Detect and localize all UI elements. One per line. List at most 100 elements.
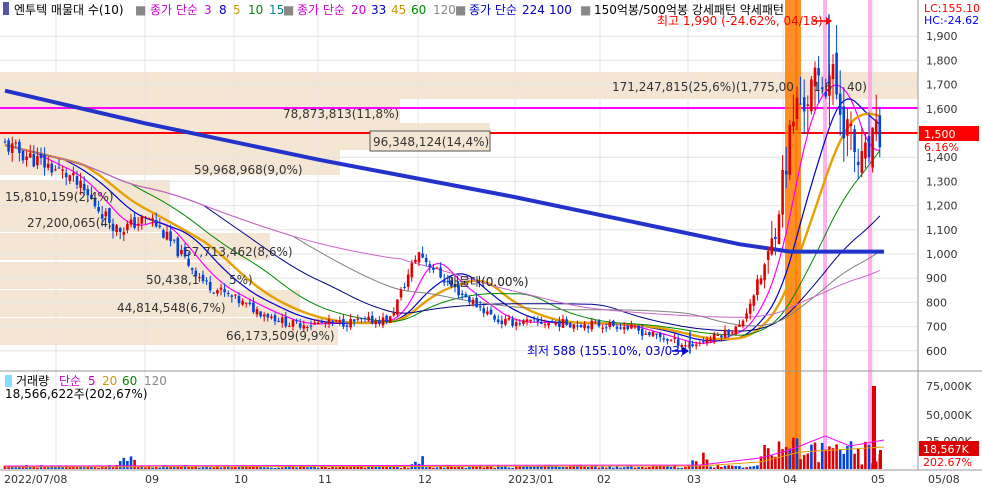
candle-body (381, 317, 385, 326)
candle-body (28, 153, 32, 158)
candle-body (691, 344, 694, 347)
volume-bar (734, 465, 738, 469)
candle-body (849, 123, 853, 127)
candle-body (385, 315, 388, 323)
candle-body (514, 322, 518, 326)
volume-bar (514, 466, 518, 469)
volume-bar (295, 467, 298, 469)
volume-bar (626, 466, 630, 469)
candle-body (640, 328, 644, 336)
candle-body (486, 311, 489, 315)
volume-bar (111, 467, 115, 469)
volume-badge-pct: 202.67% (923, 456, 972, 469)
candle-body (644, 333, 648, 335)
date-tick: 2023/01 (508, 473, 554, 486)
candle-body (36, 156, 39, 166)
candle-body (331, 321, 334, 323)
svg-text:단순: 단순 (59, 374, 81, 388)
candle-body (396, 299, 399, 315)
svg-text:3: 3 (204, 3, 212, 17)
volume-bar (619, 467, 622, 469)
candle-body (75, 176, 79, 185)
candle-body (367, 316, 370, 321)
volume-bar (482, 467, 486, 469)
volume-bar (640, 466, 644, 469)
candle-body (46, 163, 50, 168)
candle-body (550, 321, 554, 323)
candle-body (842, 106, 846, 139)
candle-body (208, 281, 212, 291)
volume-bar (262, 467, 266, 469)
candle-body (435, 267, 439, 269)
candle-body (345, 325, 349, 327)
candle-body (547, 323, 550, 326)
candle-body (752, 295, 756, 306)
candle-body (349, 319, 352, 328)
hc-value: HC:-24.62 (924, 14, 979, 27)
candle-body (133, 217, 136, 228)
candle-body (666, 339, 669, 341)
candle-body (165, 231, 169, 240)
volume-bar (853, 453, 856, 469)
candle-body (460, 293, 464, 296)
volume-bar (723, 465, 727, 469)
legend-swatch (5, 375, 12, 387)
candle-body (126, 223, 129, 231)
candle-body (720, 335, 723, 338)
candle-body (3, 141, 7, 143)
candle-body (122, 232, 126, 235)
candle-body (79, 180, 82, 188)
volume-bar (838, 449, 842, 469)
candle-body (266, 313, 270, 318)
candle-body (388, 316, 392, 323)
profile-label: 15,810,159(2,4%) (5, 190, 114, 204)
candle-body (597, 320, 601, 327)
price-tick: 600 (926, 345, 947, 358)
price-tick: 800 (926, 296, 947, 309)
svg-text:5: 5 (233, 3, 241, 17)
candle-body (151, 218, 154, 221)
volume-bar (604, 467, 608, 469)
candle-body (144, 216, 147, 218)
candle-body (244, 302, 248, 304)
candle-body (10, 143, 14, 153)
volume-bar (500, 466, 504, 469)
low-label: 최저 588 (155.10%, 03/03) (527, 344, 685, 358)
svg-text:■: ■ (455, 3, 466, 17)
candle-body (478, 306, 482, 308)
candle-body (252, 302, 255, 313)
candle-body (277, 320, 280, 323)
profile-label: 1,6 (813, 80, 832, 94)
volume-bar (511, 467, 514, 469)
candle-body (867, 136, 871, 158)
svg-text:120: 120 (433, 3, 456, 17)
candle-body (727, 329, 730, 335)
crosshair-label: 매물대(0.00%) (448, 275, 529, 289)
volume-bar (104, 467, 108, 469)
volume-bar (842, 453, 846, 469)
volume-bar (795, 438, 799, 469)
volume-bar (864, 441, 867, 469)
volume-bar (561, 466, 565, 469)
candle-body (32, 154, 36, 167)
candle-body (626, 326, 630, 330)
candle-body (669, 339, 673, 341)
volume-bar (824, 449, 828, 469)
candle-body (306, 326, 309, 328)
volume-bar (684, 466, 687, 469)
volume-bar (406, 467, 410, 469)
candle-body (856, 161, 860, 165)
candle-body (378, 320, 381, 324)
profile-label: 59,968,968(9,0%) (194, 163, 303, 177)
candle-body (226, 292, 230, 294)
stock-chart[interactable]: 171,247,815(25,6%)(1,775,00 1,6 40) 78,8… (0, 0, 982, 489)
candle-body (417, 252, 421, 263)
volume-bar (151, 467, 154, 469)
candle-body (586, 325, 590, 329)
candle-body (651, 331, 655, 337)
volume-bar (741, 467, 745, 469)
volume-bar (655, 466, 658, 469)
volume-bar (144, 467, 147, 469)
candle-body (522, 320, 525, 324)
candle-body (72, 172, 75, 176)
